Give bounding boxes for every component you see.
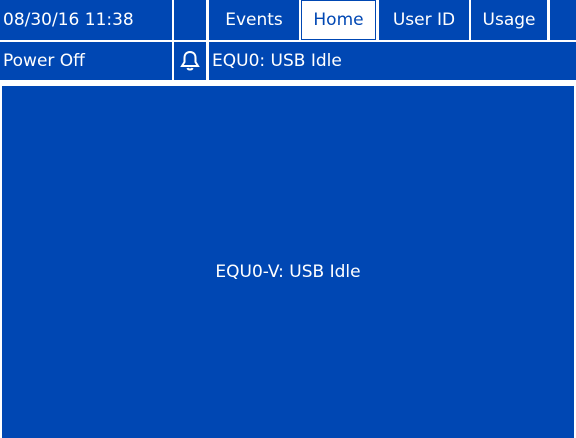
bell-icon-svg xyxy=(180,50,200,71)
tab-usage[interactable]: Usage xyxy=(471,0,547,40)
tab-events[interactable]: Events xyxy=(209,0,299,40)
system-state: Power Off xyxy=(0,42,172,80)
tab-home[interactable]: Home xyxy=(301,0,376,40)
tab-scroll-cell[interactable] xyxy=(550,0,576,40)
bell-icon[interactable] xyxy=(174,42,206,80)
datetime-display: 08/30/16 11:38 xyxy=(0,0,172,40)
blank-header-cell xyxy=(174,0,206,40)
main-panel: EQU0-V: USB Idle xyxy=(0,84,576,438)
display-screen: 08/30/16 11:38 Events Home User ID Usage… xyxy=(0,0,576,438)
main-status-message: EQU0-V: USB Idle xyxy=(215,262,361,282)
status-message: EQU0: USB Idle xyxy=(209,42,576,80)
tab-user-id[interactable]: User ID xyxy=(379,0,469,40)
